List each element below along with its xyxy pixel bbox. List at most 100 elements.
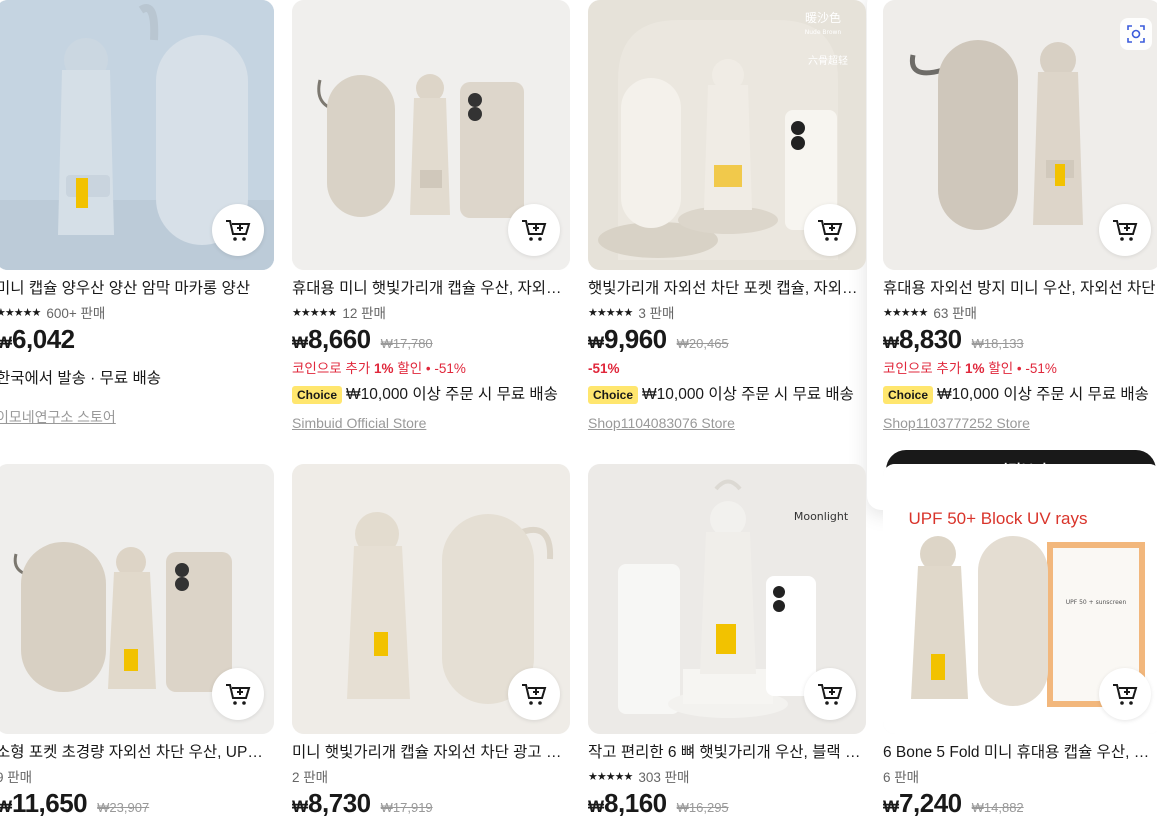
product-title[interactable]: 소형 포켓 초경량 자외선 차단 우산, UPF 50+	[0, 742, 272, 764]
choice-badge: Choice	[883, 386, 934, 404]
sold-count: 303 판매	[638, 770, 690, 785]
rating-stars: ★★★★★	[588, 770, 633, 783]
discount-percent: -51%	[588, 361, 620, 376]
add-to-cart-icon	[226, 220, 251, 241]
product-image[interactable]	[0, 0, 274, 270]
add-to-cart-button[interactable]	[804, 204, 856, 256]
sold-count: 6 판매	[883, 770, 920, 785]
promo-suffix: 할인 • -51%	[393, 361, 466, 376]
sold-count: 3 판매	[638, 306, 675, 321]
currency-symbol: ₩	[0, 333, 13, 352]
price: ₩ 8,830 ₩18,133	[883, 324, 1157, 358]
currency-symbol: ₩	[0, 797, 13, 816]
currency-symbol: ₩	[292, 333, 309, 352]
add-to-cart-button[interactable]	[508, 204, 560, 256]
image-search-button[interactable]	[1120, 18, 1152, 50]
product-image[interactable]	[292, 464, 570, 734]
price: ₩ 7,240 ₩14,882	[883, 788, 1157, 822]
add-to-cart-icon	[522, 684, 547, 705]
currency-symbol: ₩	[292, 797, 309, 816]
currency-symbol: ₩	[883, 333, 900, 352]
original-price: ₩17,780	[380, 336, 433, 351]
image-caption-right: 六骨超轻	[808, 54, 848, 67]
product-title[interactable]: 휴대용 미니 햇빛가리개 캡슐 우산, 자외선 차단	[292, 278, 568, 300]
shipping-info: 한국에서 발송 · 무료 배송	[0, 370, 161, 387]
image-banner: UPF 50+ Block UV rays	[908, 509, 1087, 528]
add-to-cart-icon	[226, 684, 251, 705]
promo-percent: 1%	[965, 361, 985, 376]
product-image[interactable]	[883, 0, 1157, 270]
shipping-text: ₩10,000 이상 주문 시 무료 배송	[346, 386, 558, 403]
product-title[interactable]: 6 Bone 5 Fold 미니 휴대용 캡슐 우산, 자외선	[883, 742, 1157, 764]
sale-price: 11,650	[12, 788, 88, 818]
rating-stars: ★★★★★	[292, 306, 337, 319]
image-brand: Moonlight	[794, 510, 849, 523]
price: ₩ 8,160 ₩16,295	[588, 788, 866, 822]
product-title[interactable]: 미니 캡슐 양우산 양산 암막 마카롱 양산	[0, 278, 272, 300]
product-title[interactable]: 휴대용 자외선 방지 미니 우산, 자외선 차단	[883, 278, 1157, 300]
store-link[interactable]: Simbuid Official Store	[292, 412, 570, 434]
promo-prefix: 코인으로 추가	[292, 361, 375, 376]
store-link[interactable]: 이모네연구소 스토어	[0, 406, 274, 428]
product-image[interactable]: UPF 50+ Block UV rays UPF 50 + sunscreen	[883, 464, 1157, 734]
original-price: ₩20,465	[676, 336, 729, 351]
price: ₩ 6,042	[0, 324, 274, 358]
promo-suffix: 할인 • -51%	[984, 361, 1057, 376]
sold-count: 12 판매	[342, 306, 386, 321]
image-caption-sub: Nude Brown	[805, 29, 842, 36]
add-to-cart-icon	[1113, 220, 1138, 241]
product-title[interactable]: 작고 편리한 6 뼈 햇빛가리개 우산, 블랙 코팅	[588, 742, 864, 764]
add-to-cart-button[interactable]	[212, 204, 264, 256]
sold-count: 2 판매	[292, 770, 329, 785]
add-to-cart-button[interactable]	[508, 668, 560, 720]
add-to-cart-icon	[818, 220, 843, 241]
product-image[interactable]: Moonlight	[588, 464, 866, 734]
sale-price: 9,960	[604, 324, 667, 354]
original-price: ₩23,907	[97, 800, 150, 815]
sale-price: 8,160	[604, 788, 667, 818]
price: ₩ 8,660 ₩17,780	[292, 324, 570, 358]
currency-symbol: ₩	[588, 333, 605, 352]
choice-badge: Choice	[588, 386, 639, 404]
product-title[interactable]: 햇빛가리개 자외선 차단 포켓 캡슐, 자외선 우산	[588, 278, 864, 300]
rating-stars: ★★★★★	[883, 306, 928, 319]
promo-percent: 1%	[374, 361, 394, 376]
original-price: ₩17,919	[380, 800, 433, 815]
product-image[interactable]	[292, 0, 570, 270]
shipping-text: ₩10,000 이상 주문 시 무료 배송	[642, 386, 854, 403]
image-search-icon	[1127, 25, 1145, 43]
product-image[interactable]	[0, 464, 274, 734]
promo-prefix: 코인으로 추가	[883, 361, 966, 376]
shipping-text: ₩10,000 이상 주문 시 무료 배송	[937, 386, 1149, 403]
add-to-cart-icon	[522, 220, 547, 241]
shipping-info: Choice ₩10,000 이상 주문 시 무료 배송	[883, 380, 1157, 410]
add-to-cart-button[interactable]	[1099, 204, 1151, 256]
sale-price: 6,042	[12, 324, 75, 354]
store-link[interactable]: Shop1103777252 Store	[883, 412, 1157, 434]
price: ₩ 11,650 ₩23,907	[0, 788, 274, 822]
add-to-cart-button[interactable]	[804, 668, 856, 720]
sale-price: 7,240	[899, 788, 962, 818]
sold-count: 63 판매	[933, 306, 977, 321]
promo-text: 코인으로 추가 1% 할인 • -51%	[292, 358, 570, 380]
rating-stars: ★★★★★	[588, 306, 633, 319]
image-caption: 暖沙色	[805, 11, 841, 25]
rating-stars: ★★★★★	[0, 306, 41, 319]
original-price: ₩18,133	[971, 336, 1024, 351]
sold-count: 9 판매	[0, 770, 33, 785]
store-link[interactable]: Shop1104083076 Store	[588, 412, 866, 434]
choice-badge: Choice	[292, 386, 343, 404]
sold-count: 600+ 판매	[46, 306, 106, 321]
currency-symbol: ₩	[588, 797, 605, 816]
sale-price: 8,730	[308, 788, 371, 818]
product-image[interactable]: 暖沙色 Nude Brown 六骨超轻	[588, 0, 866, 270]
price: ₩ 8,730 ₩17,919	[292, 788, 570, 822]
add-to-cart-button[interactable]	[1099, 668, 1151, 720]
add-to-cart-icon	[818, 684, 843, 705]
currency-symbol: ₩	[883, 797, 900, 816]
sale-price: 8,830	[899, 324, 962, 354]
product-title[interactable]: 미니 햇빛가리개 캡슐 자외선 차단 광고 우산	[292, 742, 568, 764]
shipping-info: Choice ₩10,000 이상 주문 시 무료 배송	[588, 380, 866, 410]
add-to-cart-button[interactable]	[212, 668, 264, 720]
promo-text: 코인으로 추가 1% 할인 • -51%	[883, 358, 1157, 380]
